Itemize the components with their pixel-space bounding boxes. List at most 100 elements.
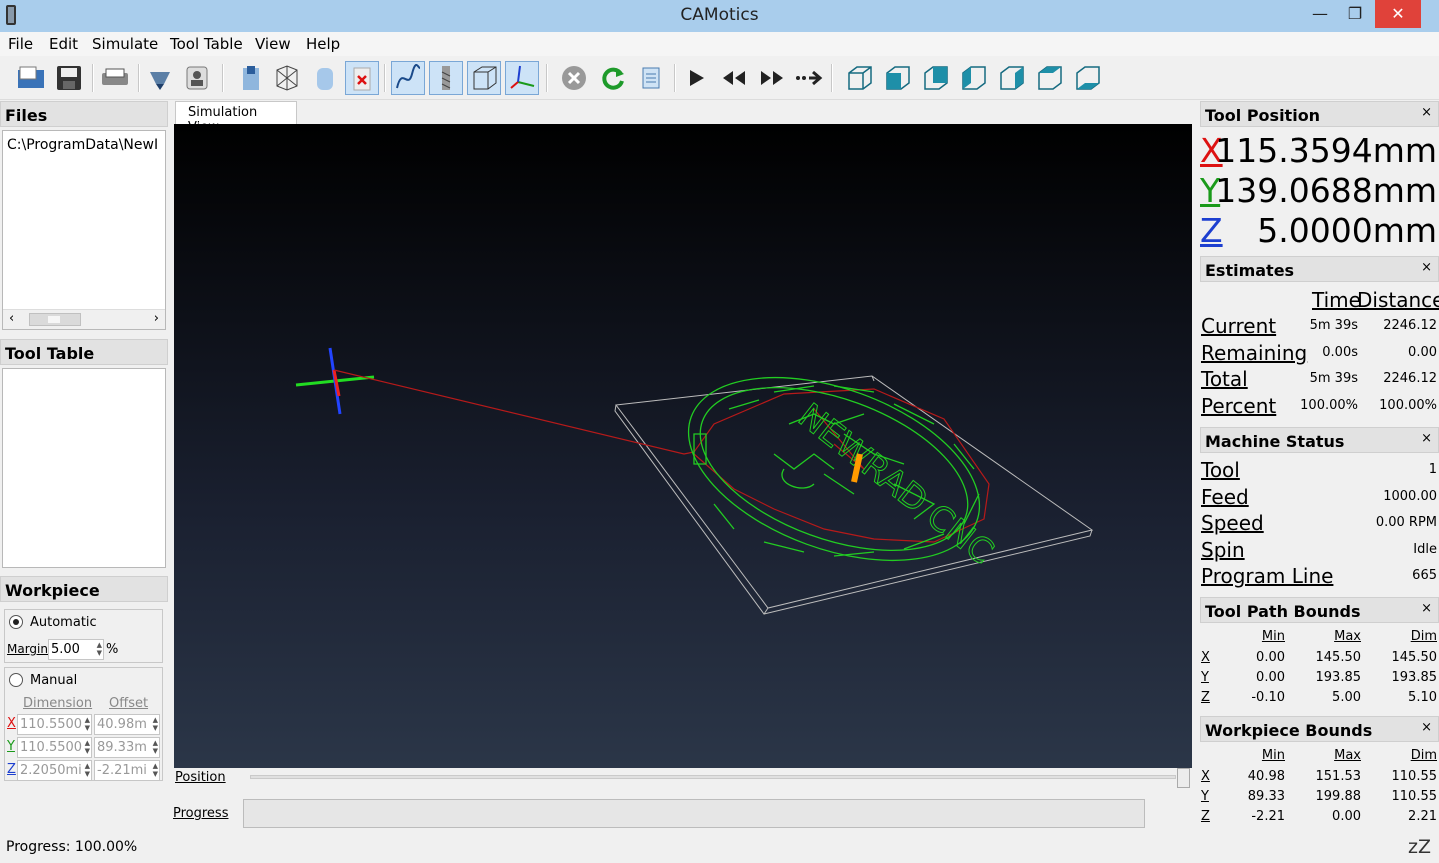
spin-arrows-icon[interactable]: ▲ ▼ <box>85 716 90 732</box>
workpiece-bounds-header: Workpiece Bounds × <box>1200 716 1439 742</box>
tab-simulation-view[interactable]: Simulation View <box>175 101 297 135</box>
bounds-min: -0.10 <box>1251 690 1285 705</box>
wireframe-icon[interactable] <box>270 61 304 95</box>
menu-edit[interactable]: Edit <box>49 35 78 53</box>
z-offset-input[interactable]: -2.21mi ▲ ▼ <box>94 760 160 781</box>
scroll-right-icon[interactable]: › <box>154 311 159 326</box>
window-title: CAMotics <box>680 5 759 25</box>
estimates-title: Estimates <box>1205 261 1295 280</box>
position-slider-handle[interactable] <box>1177 768 1190 788</box>
automatic-radio[interactable] <box>9 615 23 629</box>
reduce-icon[interactable] <box>635 61 669 95</box>
position-slider[interactable] <box>250 775 1176 779</box>
tool-position-title: Tool Position <box>1205 106 1321 125</box>
z-dimension-value: 2.2050mi <box>20 763 82 778</box>
spin-arrows-icon[interactable]: ▲ ▼ <box>97 641 102 657</box>
status-value: Idle <box>1413 542 1437 557</box>
status-progress: Progress: 100.00% <box>6 839 138 855</box>
slower-icon[interactable] <box>717 61 751 95</box>
menu-help[interactable]: Help <box>306 35 340 53</box>
progress-bar <box>243 799 1145 828</box>
y-dimension-input[interactable]: 110.5500 ▲ ▼ <box>17 737 92 758</box>
spin-arrows-icon[interactable]: ▲ ▼ <box>153 716 158 732</box>
menu-simulate[interactable]: Simulate <box>92 35 158 53</box>
export-icon[interactable] <box>98 61 132 95</box>
bounds-min: 89.33 <box>1247 789 1285 804</box>
estimate-label: Percent <box>1201 394 1277 418</box>
properties-icon[interactable] <box>180 61 214 95</box>
bounds-max: 145.50 <box>1315 650 1362 665</box>
right-view-icon[interactable] <box>995 61 1029 95</box>
spin-arrows-icon[interactable]: ▲ ▼ <box>153 762 158 778</box>
open-icon[interactable] <box>14 61 48 95</box>
workpiece-box <box>614 375 1094 615</box>
menu-file[interactable]: File <box>8 35 33 53</box>
rerun-icon[interactable] <box>596 61 630 95</box>
time-header: Time <box>1312 288 1361 312</box>
step-icon[interactable] <box>792 61 826 95</box>
manual-radio[interactable] <box>9 673 23 687</box>
surface-icon[interactable] <box>308 61 342 95</box>
x-dimension-value: 110.5500 <box>20 717 83 732</box>
tool-y-value: 139.0688mm <box>1215 171 1437 210</box>
left-view-icon[interactable] <box>957 61 991 95</box>
bounds-max: 5.00 <box>1332 690 1361 705</box>
z-dimension-input[interactable]: 2.2050mi ▲ ▼ <box>17 760 92 781</box>
close-icon[interactable]: × <box>1421 105 1432 120</box>
close-icon[interactable]: × <box>1421 720 1432 735</box>
save-icon[interactable] <box>52 61 86 95</box>
play-icon[interactable] <box>679 61 713 95</box>
estimate-time: 0.00s <box>1322 345 1358 360</box>
tool-path-bounds-header: Tool Path Bounds × <box>1200 597 1439 623</box>
status-value: 1000.00 <box>1383 489 1437 504</box>
spin-arrows-icon[interactable]: ▲ ▼ <box>85 762 90 778</box>
position-bar: Position <box>174 768 1192 788</box>
stop-icon[interactable] <box>557 61 591 95</box>
estimate-label: Current <box>1201 314 1277 338</box>
menu-view[interactable]: View <box>255 35 291 53</box>
hide-icon[interactable] <box>345 61 379 95</box>
menu-tool-table[interactable]: Tool Table <box>170 35 243 53</box>
file-path[interactable]: C:\ProgramData\NewI <box>3 131 165 159</box>
estimate-distance: 100.00% <box>1379 398 1437 413</box>
bottom-view-icon[interactable] <box>1071 61 1105 95</box>
close-button[interactable]: ✕ <box>1375 0 1421 28</box>
bounds-dim: 5.10 <box>1408 690 1437 705</box>
axes-icon[interactable] <box>505 61 539 95</box>
top-view-icon[interactable] <box>1033 61 1067 95</box>
back-view-icon[interactable] <box>919 61 953 95</box>
y-offset-input[interactable]: 89.33m ▲ ▼ <box>94 737 160 758</box>
estimate-time: 5m 39s <box>1309 318 1358 333</box>
close-icon[interactable]: × <box>1421 260 1432 275</box>
manual-y-label: Y <box>7 739 15 754</box>
spin-arrows-icon[interactable]: ▲ ▼ <box>85 739 90 755</box>
maximize-button[interactable]: ❐ <box>1335 0 1375 28</box>
close-icon[interactable]: × <box>1421 431 1432 446</box>
x-offset-input[interactable]: 40.98m ▲ ▼ <box>94 714 160 735</box>
iso-view-icon[interactable] <box>843 61 877 95</box>
tool-table-panel[interactable] <box>2 368 166 568</box>
minimize-button[interactable]: — <box>1300 0 1340 28</box>
tool-view-icon[interactable] <box>234 61 268 95</box>
cut-icon[interactable] <box>143 61 177 95</box>
bounds-dim: 110.55 <box>1391 769 1438 784</box>
simulation-view[interactable]: NEWRAD CNC <box>174 124 1192 768</box>
files-header: Files <box>0 101 168 127</box>
scroll-thumb[interactable] <box>29 313 81 326</box>
tool-icon[interactable] <box>429 61 463 95</box>
x-dimension-input[interactable]: 110.5500 ▲ ▼ <box>17 714 92 735</box>
estimate-time: 5m 39s <box>1309 371 1358 386</box>
path-icon[interactable] <box>391 61 425 95</box>
box-icon[interactable] <box>467 61 501 95</box>
menu-bar: File Edit Simulate Tool Table View Help <box>0 32 1439 56</box>
scroll-left-icon[interactable]: ‹ <box>9 311 14 326</box>
faster-icon[interactable] <box>755 61 789 95</box>
front-view-icon[interactable] <box>881 61 915 95</box>
origin-axes <box>295 347 375 415</box>
close-icon[interactable]: × <box>1421 601 1432 616</box>
margin-input[interactable]: 5.00 ▲ ▼ <box>48 639 104 660</box>
position-label: Position <box>175 770 226 785</box>
margin-value: 5.00 <box>51 642 80 657</box>
spin-arrows-icon[interactable]: ▲ ▼ <box>153 739 158 755</box>
files-h-scrollbar[interactable]: ‹ › <box>3 309 165 329</box>
